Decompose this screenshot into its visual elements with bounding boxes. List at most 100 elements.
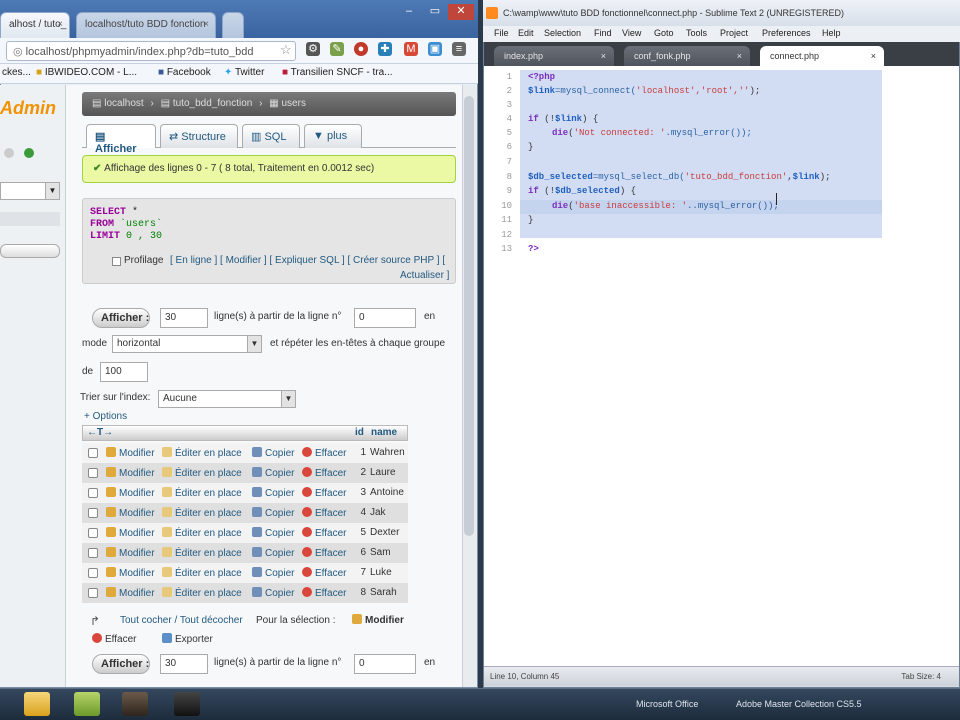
row-checkbox[interactable] xyxy=(88,588,98,598)
row-inline-edit-link[interactable]: Éditer en place xyxy=(162,507,242,519)
video-icon[interactable] xyxy=(174,692,200,716)
start-row-input[interactable]: 0 xyxy=(354,308,416,328)
browser-tab-localhost[interactable]: localhost/tuto BDD fonction × xyxy=(76,12,216,38)
tab-browse[interactable]: ▤ Afficher xyxy=(86,124,156,155)
maximize-icon[interactable]: ▭ xyxy=(422,4,448,20)
menu-edit[interactable]: Edit xyxy=(518,28,534,38)
gear-icon[interactable]: ⚙ xyxy=(306,42,320,56)
row-inline-edit-link[interactable]: Éditer en place xyxy=(162,487,242,499)
editor-tab-conf[interactable]: conf_fonk.php × xyxy=(624,46,750,66)
close-icon[interactable]: × xyxy=(871,51,876,61)
row-edit-link[interactable]: Modifier xyxy=(106,587,155,599)
column-id[interactable]: id xyxy=(355,427,364,438)
editor-tab-index[interactable]: index.php × xyxy=(494,46,614,66)
breadcrumb-table[interactable]: users xyxy=(282,98,306,109)
show-button[interactable]: Afficher : xyxy=(92,308,150,328)
row-copy-link[interactable]: Copier xyxy=(252,527,294,539)
bulk-export-button[interactable]: Exporter xyxy=(162,633,213,645)
new-tab-button[interactable] xyxy=(222,12,244,38)
row-delete-link[interactable]: Effacer xyxy=(302,487,347,499)
row-checkbox[interactable] xyxy=(88,508,98,518)
menu-view[interactable]: View xyxy=(622,28,641,38)
breadcrumb-database[interactable]: tuto_bdd_fonction xyxy=(173,98,253,109)
row-delete-link[interactable]: Effacer xyxy=(302,567,347,579)
start-row-input-bottom[interactable]: 0 xyxy=(354,654,416,674)
breadcrumb-server[interactable]: localhost xyxy=(104,98,143,109)
row-copy-link[interactable]: Copier xyxy=(252,567,294,579)
row-checkbox[interactable] xyxy=(88,548,98,558)
row-copy-link[interactable]: Copier xyxy=(252,587,294,599)
gmail-icon[interactable]: M xyxy=(404,42,418,56)
row-copy-link[interactable]: Copier xyxy=(252,547,294,559)
notes-icon[interactable] xyxy=(74,692,100,716)
bookmark-item[interactable]: ckes... xyxy=(2,67,31,78)
row-inline-edit-link[interactable]: Éditer en place xyxy=(162,587,242,599)
menu-file[interactable]: File xyxy=(494,28,509,38)
address-bar[interactable]: ◎ localhost/phpmyadmin/index.php?db=tuto… xyxy=(6,41,296,61)
profiling-checkbox[interactable] xyxy=(112,257,121,266)
sql-action-links[interactable]: [ En ligne ] [ Modifier ] [ Expliquer SQ… xyxy=(170,255,445,266)
row-delete-link[interactable]: Effacer xyxy=(302,507,347,519)
database-select[interactable]: ▼ xyxy=(0,182,60,200)
record-icon[interactable]: ● xyxy=(354,42,368,56)
star-icon[interactable]: ☆ xyxy=(280,42,292,58)
tab-sql[interactable]: ▥ SQL xyxy=(242,124,300,148)
nav-filter[interactable] xyxy=(0,212,60,226)
home-icon[interactable] xyxy=(4,148,14,158)
wrench-icon[interactable]: ≡ xyxy=(452,42,466,56)
row-edit-link[interactable]: Modifier xyxy=(106,547,155,559)
rows-input[interactable]: 30 xyxy=(160,308,208,328)
table-row[interactable]: Modifier Éditer en place Copier Effacer 5 Dex… xyxy=(82,523,408,543)
table-row[interactable]: Modifier Éditer en place Copier Effacer 8 Sar… xyxy=(82,583,408,603)
options-link[interactable]: + Options xyxy=(84,411,127,422)
bookmark-item[interactable]: ■ Transilien SNCF - tra... xyxy=(282,67,393,78)
menu-project[interactable]: Project xyxy=(720,28,748,38)
row-copy-link[interactable]: Copier xyxy=(252,447,294,459)
menu-tools[interactable]: Tools xyxy=(686,28,707,38)
row-delete-link[interactable]: Effacer xyxy=(302,527,347,539)
close-window-icon[interactable]: ✕ xyxy=(448,4,474,20)
row-edit-link[interactable]: Modifier xyxy=(106,567,155,579)
close-icon[interactable]: × xyxy=(203,19,209,30)
table-row[interactable]: Modifier Éditer en place Copier Effacer 1 Wah… xyxy=(82,443,408,463)
photo-icon[interactable]: ▣ xyxy=(428,42,442,56)
row-copy-link[interactable]: Copier xyxy=(252,487,294,499)
bulk-edit-button[interactable]: Modifier xyxy=(352,614,404,626)
row-checkbox[interactable] xyxy=(88,448,98,458)
nav-button[interactable] xyxy=(0,244,60,258)
tab-size[interactable]: Tab Size: 4 xyxy=(901,672,941,681)
row-copy-link[interactable]: Copier xyxy=(252,507,294,519)
row-checkbox[interactable] xyxy=(88,568,98,578)
close-icon[interactable]: × xyxy=(737,51,742,61)
row-checkbox[interactable] xyxy=(88,528,98,538)
table-row[interactable]: Modifier Éditer en place Copier Effacer 7 Luk… xyxy=(82,563,408,583)
table-row[interactable]: Modifier Éditer en place Copier Effacer 3 Ant… xyxy=(82,483,408,503)
row-edit-link[interactable]: Modifier xyxy=(106,467,155,479)
browser-tab-phpmyadmin[interactable]: alhost / tuto_ × xyxy=(0,12,70,38)
row-delete-link[interactable]: Effacer xyxy=(302,587,347,599)
table-row[interactable]: Modifier Éditer en place Copier Effacer 4 Jak xyxy=(82,503,408,523)
row-inline-edit-link[interactable]: Éditer en place xyxy=(162,567,242,579)
row-delete-link[interactable]: Effacer xyxy=(302,547,347,559)
check-all-link[interactable]: Tout cocher / Tout décocher xyxy=(120,615,243,626)
taskbar-label[interactable]: Microsoft Office xyxy=(636,699,698,709)
menu-selection[interactable]: Selection xyxy=(544,28,581,38)
taskbar-label[interactable]: Adobe Master Collection CS5.5 xyxy=(736,699,862,709)
repeat-input[interactable]: 100 xyxy=(100,362,148,382)
row-inline-edit-link[interactable]: Éditer en place xyxy=(162,467,242,479)
table-row[interactable]: Modifier Éditer en place Copier Effacer 2 Lau… xyxy=(82,463,408,483)
bookmark-item[interactable]: ■ Facebook xyxy=(158,67,211,78)
row-edit-link[interactable]: Modifier xyxy=(106,487,155,499)
close-icon[interactable]: × xyxy=(601,51,606,61)
menu-goto[interactable]: Goto xyxy=(654,28,674,38)
puzzle-icon[interactable]: ✚ xyxy=(378,42,392,56)
rows-input-bottom[interactable]: 30 xyxy=(160,654,208,674)
row-edit-link[interactable]: Modifier xyxy=(106,527,155,539)
bookmark-item[interactable]: ✦ Twitter xyxy=(224,67,264,78)
tab-more[interactable]: ▼ plus xyxy=(304,124,362,148)
row-inline-edit-link[interactable]: Éditer en place xyxy=(162,447,242,459)
media-icon[interactable] xyxy=(122,692,148,716)
table-row[interactable]: Modifier Éditer en place Copier Effacer 6 Sam xyxy=(82,543,408,563)
bookmark-item[interactable]: ■ IBWIDEO.COM - L... xyxy=(36,67,137,78)
mode-select[interactable]: horizontal ▼ xyxy=(112,335,262,353)
